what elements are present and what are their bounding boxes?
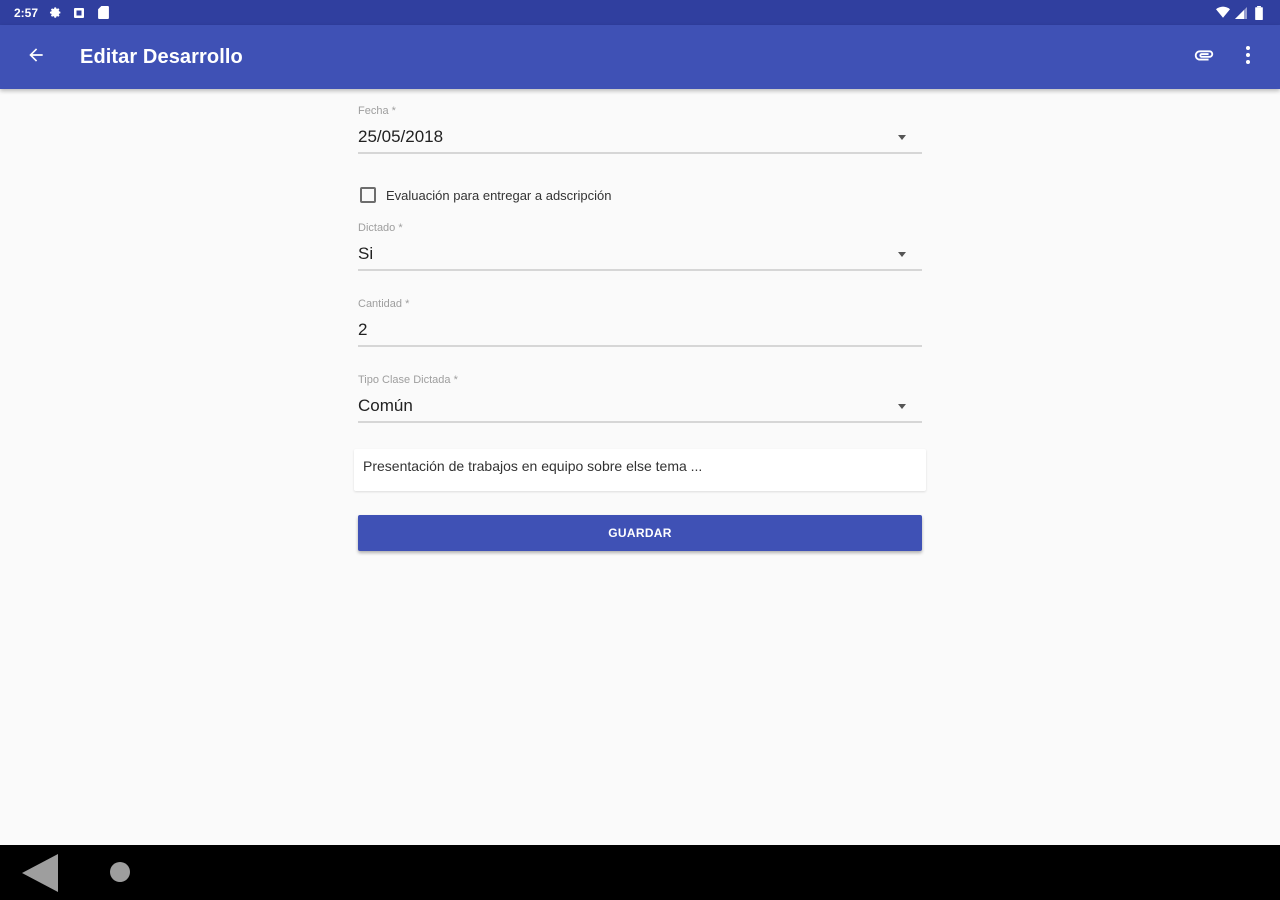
dropdown-arrow-icon: [898, 403, 906, 409]
observaciones-textarea[interactable]: Presentación de trabajos en equipo sobre…: [354, 449, 926, 491]
fecha-dropdown[interactable]: 25/05/2018: [358, 122, 922, 154]
battery-icon: [1252, 5, 1266, 20]
status-time: 2:57: [14, 5, 39, 20]
dictado-label: Dictado *: [358, 222, 403, 234]
dropdown-arrow-icon: [898, 134, 906, 140]
notification-icon: [72, 6, 86, 20]
cantidad-value: 2: [358, 320, 368, 339]
wifi-icon: [1216, 6, 1230, 20]
app-bar: Editar Desarrollo: [0, 25, 1280, 89]
adscripcion-checkbox-label: Evaluación para entregar a adscripción: [386, 187, 612, 203]
page-title: Editar Desarrollo: [80, 45, 243, 68]
tipo-clase-dropdown[interactable]: Común: [358, 391, 922, 423]
back-button[interactable]: [8, 29, 64, 85]
tipo-clase-label: Tipo Clase Dictada *: [358, 374, 458, 386]
adscripcion-checkbox[interactable]: Evaluación para entregar a adscripción: [358, 183, 922, 207]
status-bar: 2:57: [0, 0, 1280, 25]
fecha-value: 25/05/2018: [358, 127, 444, 146]
arrow-back-icon: [26, 45, 46, 70]
fecha-label: Fecha *: [358, 105, 396, 117]
dictado-value: Si: [358, 244, 374, 263]
dictado-field: Dictado * Si: [358, 221, 922, 271]
dictado-dropdown[interactable]: Si: [358, 239, 922, 271]
tipo-clase-value: Común: [358, 396, 413, 415]
cantidad-label: Cantidad *: [358, 298, 410, 310]
settings-icon: [48, 6, 62, 20]
edit-form: Fecha * 25/05/2018 Evaluación para entre…: [354, 100, 926, 551]
more-options-button[interactable]: [1226, 33, 1270, 81]
tipo-clase-field: Tipo Clase Dictada * Común: [358, 373, 922, 423]
attach-icon: [1193, 44, 1215, 71]
sd-card-icon: [96, 6, 110, 20]
navigation-bar: [0, 845, 1280, 900]
dropdown-arrow-icon: [898, 251, 906, 257]
nav-back-icon[interactable]: [22, 854, 58, 892]
signal-icon: [1234, 6, 1248, 20]
more-vert-icon: [1245, 45, 1251, 70]
fecha-field: Fecha * 25/05/2018: [358, 104, 922, 154]
cantidad-input[interactable]: 2: [358, 315, 922, 347]
attach-button[interactable]: [1182, 33, 1226, 81]
nav-home-icon[interactable]: [110, 862, 130, 882]
cantidad-field: Cantidad * 2: [358, 297, 922, 347]
save-button[interactable]: GUARDAR: [358, 515, 922, 551]
checkbox-icon[interactable]: [360, 187, 376, 203]
